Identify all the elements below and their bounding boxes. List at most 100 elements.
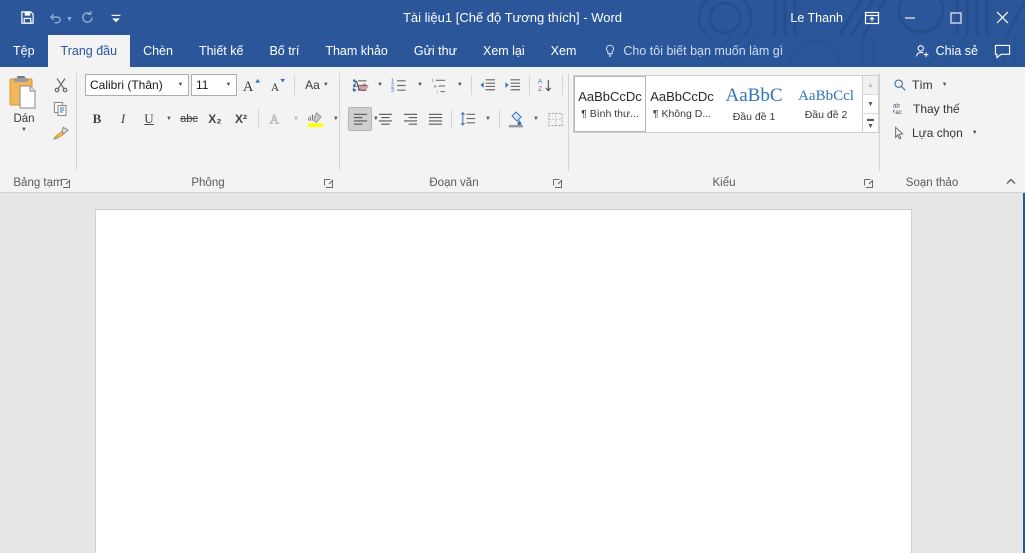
highlight-color-button[interactable]: ab — [304, 107, 328, 131]
increase-indent-button[interactable] — [501, 73, 525, 97]
redo-icon[interactable] — [75, 5, 101, 31]
change-case-button[interactable]: Aa ▼ — [300, 73, 334, 97]
select-button[interactable]: Lựa chọn ▼ — [888, 121, 983, 144]
style-item-normal[interactable]: AaBbCcDc ¶ Bình thư... — [573, 75, 647, 133]
account-name[interactable]: Le Thanh — [790, 11, 857, 25]
paragraph-separator-2 — [528, 75, 530, 95]
text-effects-button[interactable]: A — [264, 107, 288, 131]
clipboard-dialog-launcher[interactable] — [59, 177, 72, 190]
font-size-caret[interactable]: ▼ — [221, 82, 236, 88]
shrink-font-button[interactable]: A — [265, 73, 289, 97]
tab-xem[interactable]: Xem — [538, 35, 590, 67]
change-case-caret[interactable]: ▼ — [323, 82, 329, 88]
tab-gui-thu[interactable]: Gửi thư — [401, 35, 470, 67]
bullets-caret[interactable]: ▼ — [377, 82, 383, 88]
tell-me-search[interactable]: Cho tôi biết bạn muốn làm gì — [589, 35, 783, 67]
paragraph-separator-5 — [498, 109, 500, 129]
editing-buttons: Tìm ▼ ab ac Thay thế Lựa chọn ▼ — [880, 71, 983, 144]
tab-xem-lai[interactable]: Xem lại — [470, 35, 538, 67]
bullets-button[interactable] — [348, 73, 372, 97]
font-name-caret[interactable]: ▼ — [173, 82, 188, 88]
collapse-ribbon-button[interactable] — [1003, 174, 1019, 190]
comment-icon[interactable] — [994, 44, 1011, 59]
tab-bo-tri[interactable]: Bố trí — [256, 35, 312, 67]
style-preview-0: AaBbCcDc — [578, 88, 642, 104]
select-caret[interactable]: ▼ — [972, 130, 978, 136]
decrease-indent-button[interactable] — [476, 73, 500, 97]
styles-scroll-buttons[interactable]: ▲ ▼ ▬ ▼ — [862, 76, 878, 132]
font-group-label-text: Phông — [191, 177, 225, 189]
maximize-icon[interactable] — [933, 0, 979, 35]
minimize-icon[interactable] — [887, 0, 933, 35]
numbering-caret[interactable]: ▼ — [417, 82, 423, 88]
multilevel-list-button[interactable]: 1 a i — [428, 73, 452, 97]
italic-label: I — [120, 111, 126, 126]
paste-dropdown-caret[interactable]: ▼ — [21, 127, 27, 133]
quick-access-toolbar[interactable]: ▼ — [0, 5, 129, 31]
subscript-button[interactable]: X₂ — [203, 107, 227, 131]
document-page[interactable] — [95, 209, 912, 553]
tab-chen[interactable]: Chèn — [130, 35, 186, 67]
undo-icon[interactable] — [42, 5, 68, 31]
undo-dropdown-caret[interactable]: ▼ — [66, 16, 73, 23]
underline-caret[interactable]: ▼ — [166, 116, 172, 122]
select-label: Lựa chọn — [912, 125, 963, 140]
tab-trang-dau[interactable]: Trang đầu — [47, 35, 131, 67]
sort-button[interactable]: A Z — [534, 73, 558, 97]
tab-tham-khao[interactable]: Tham khảo — [312, 35, 401, 67]
superscript-button[interactable]: X² — [229, 107, 253, 131]
style-item-heading-2[interactable]: AaBbCcl Đầu đề 2 — [790, 76, 862, 132]
replace-button[interactable]: ab ac Thay thế — [888, 97, 983, 120]
strikethrough-button[interactable]: abc — [177, 107, 201, 131]
grow-font-button[interactable]: A — [239, 73, 263, 97]
styles-dialog-launcher[interactable] — [862, 177, 875, 190]
styles-more-button[interactable]: ▬ ▼ — [863, 114, 878, 132]
underline-button[interactable]: U — [137, 107, 161, 131]
svg-text:A: A — [538, 78, 543, 85]
line-spacing-caret[interactable]: ▼ — [485, 116, 491, 122]
line-spacing-button[interactable] — [456, 107, 480, 131]
align-center-button[interactable] — [373, 107, 397, 131]
cut-button[interactable] — [49, 73, 73, 96]
font-size-combo[interactable]: 11 ▼ — [191, 74, 237, 96]
paste-button[interactable]: Dán ▼ — [1, 71, 47, 143]
ribbon-display-options-icon[interactable] — [857, 0, 887, 35]
style-item-no-spacing[interactable]: AaBbCcDc ¶ Không D... — [646, 76, 718, 132]
change-case-label: Aa — [305, 78, 320, 92]
find-button[interactable]: Tìm ▼ — [888, 73, 983, 96]
font-name-combo[interactable]: Calibri (Thân) ▼ — [85, 74, 189, 96]
style-item-heading-1[interactable]: AaBbC Đầu đề 1 — [718, 76, 790, 132]
shading-caret[interactable]: ▼ — [533, 116, 539, 122]
replace-icon: ab ac — [893, 101, 908, 116]
align-right-button[interactable] — [398, 107, 422, 131]
styles-gallery[interactable]: AaBbCcDc ¶ Bình thư... AaBbCcDc ¶ Không … — [573, 75, 879, 133]
subscript-label: X₂ — [208, 112, 222, 126]
font-dialog-launcher[interactable] — [322, 177, 335, 190]
borders-button[interactable] — [544, 107, 568, 131]
italic-button[interactable]: I — [111, 107, 135, 131]
share-label: Chia sẻ — [935, 44, 978, 58]
highlight-caret[interactable]: ▼ — [333, 116, 339, 122]
customize-quick-access-icon[interactable] — [103, 5, 129, 31]
share-button[interactable]: Chia sẻ — [915, 43, 978, 59]
tab-thiet-ke[interactable]: Thiết kế — [186, 35, 256, 67]
align-left-button[interactable] — [348, 107, 372, 131]
find-caret[interactable]: ▼ — [942, 82, 948, 88]
font-separator-1 — [294, 75, 295, 95]
text-effects-caret[interactable]: ▼ — [293, 116, 299, 122]
bold-button[interactable]: B — [85, 107, 109, 131]
tab-tep[interactable]: Tệp — [0, 35, 48, 67]
styles-scroll-up-button[interactable]: ▲ — [863, 76, 878, 95]
copy-button[interactable] — [49, 97, 73, 120]
numbering-button[interactable]: 1 2 3 — [388, 73, 412, 97]
document-area[interactable] — [0, 193, 1025, 553]
save-icon[interactable] — [14, 5, 40, 31]
paragraph-dialog-launcher[interactable] — [551, 177, 564, 190]
paragraph-separator-4 — [451, 109, 452, 129]
justify-button[interactable] — [423, 107, 447, 131]
close-icon[interactable] — [979, 0, 1025, 35]
multilevel-caret[interactable]: ▼ — [457, 82, 463, 88]
styles-scroll-down-button[interactable]: ▼ — [863, 95, 878, 114]
shading-button[interactable] — [504, 107, 528, 131]
format-painter-button[interactable] — [49, 121, 73, 144]
